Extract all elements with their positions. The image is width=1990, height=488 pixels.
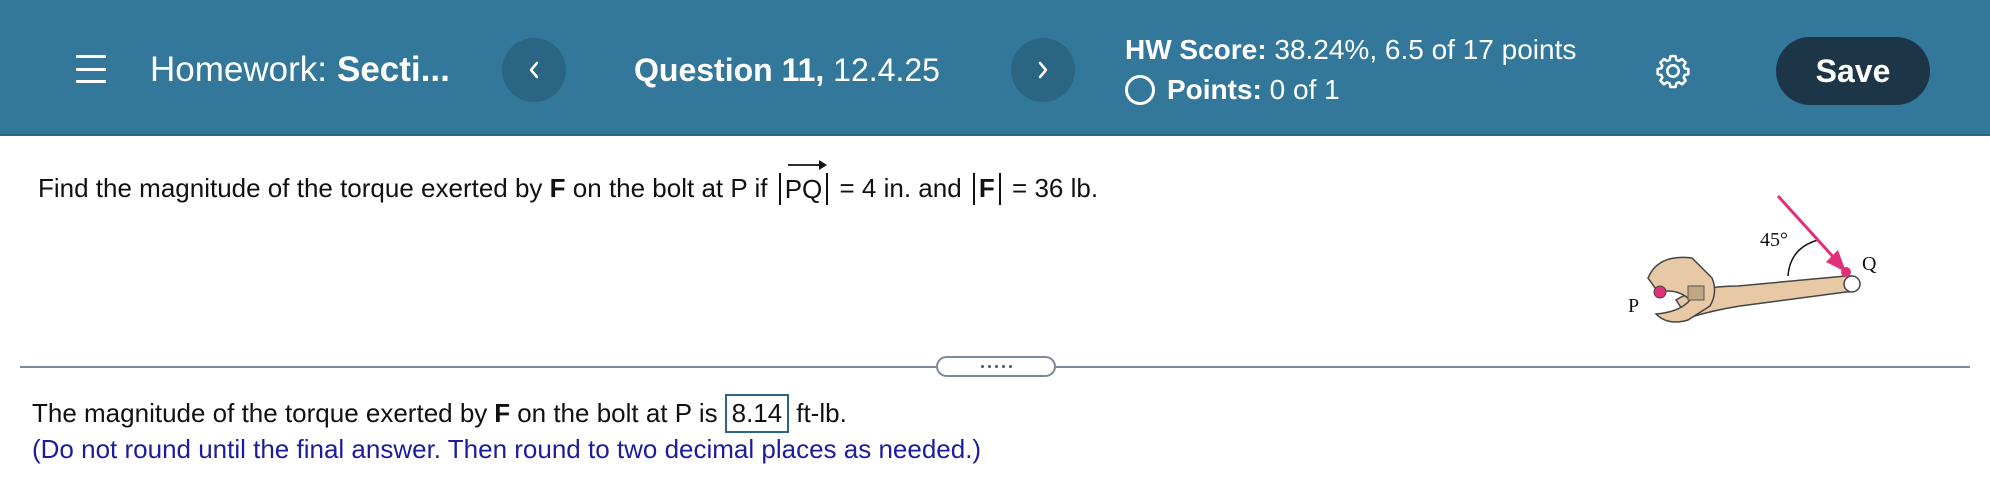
question-indicator: Question 11, 12.4.25: [634, 52, 940, 89]
save-button[interactable]: Save: [1776, 37, 1930, 105]
hamburger-menu-icon[interactable]: [76, 52, 106, 86]
wrench-end-hole: [1843, 275, 1861, 293]
hw-score-value: 38.24%, 6.5 of 17 points: [1274, 34, 1577, 65]
answer-text-1: The magnitude of the torque exerted by: [32, 398, 488, 428]
abs-bar-left: [778, 172, 781, 205]
chevron-left-icon: [529, 61, 539, 79]
answer-unit: ft-lb.: [796, 398, 847, 428]
question-label: Question 11,: [634, 52, 825, 88]
previous-question-button[interactable]: [502, 38, 566, 102]
points-status-circle-icon: [1125, 75, 1155, 105]
homework-name: Secti...: [336, 50, 450, 89]
abs-bar-left-2: [972, 172, 975, 205]
vector-label: PQ: [784, 174, 823, 204]
bolt-p: [1653, 285, 1667, 299]
prompt-text-2: on the bolt at P if: [572, 173, 768, 203]
hw-score-label: HW Score:: [1125, 34, 1267, 65]
prompt-text-1: Find the magnitude of the torque exerted…: [38, 173, 543, 203]
abs-bar-right: [826, 172, 829, 205]
label-p: P: [1628, 295, 1639, 317]
homework-label: Homework:: [150, 50, 327, 89]
force-symbol: F: [549, 173, 566, 203]
gear-icon[interactable]: [1654, 52, 1692, 90]
divider-drag-handle[interactable]: [936, 356, 1056, 377]
question-id: 12.4.25: [833, 52, 940, 88]
force-abs-symbol: F: [978, 173, 995, 203]
wrench-knurl: [1687, 285, 1705, 301]
answer-force-symbol: F: [494, 398, 511, 428]
chevron-right-icon: [1038, 61, 1048, 79]
top-header: Homework: Secti... Question 11, 12.4.25 H…: [0, 0, 1990, 136]
vector-arrow-icon: [787, 160, 827, 170]
answer-line: The magnitude of the torque exerted by Fo…: [32, 394, 847, 433]
angle-arc: [1787, 239, 1819, 277]
vector-pq: PQ: [784, 160, 827, 205]
hw-score: HW Score: 38.24%, 6.5 of 17 points: [1125, 34, 1576, 66]
wrench-figure: 45° Q P: [1628, 194, 1877, 323]
answer-text-2: on the bolt at P is: [517, 398, 718, 428]
abs-bar-right-2: [998, 172, 1001, 205]
question-points: Points: 0 of 1: [1125, 74, 1340, 106]
rounding-hint: (Do not round until the final answer. Th…: [32, 434, 982, 464]
angle-label: 45°: [1760, 229, 1788, 251]
label-q: Q: [1862, 253, 1877, 275]
points-label: Points:: [1167, 74, 1262, 105]
prompt-text-4: = 36 lb.: [1012, 173, 1099, 203]
homework-title[interactable]: Homework: Secti...: [150, 50, 450, 90]
next-question-button[interactable]: [1011, 38, 1075, 102]
points-value: 0 of 1: [1269, 74, 1340, 105]
question-prompt: Find the magnitude of the torque exerted…: [38, 160, 1099, 205]
prompt-text-3: = 4 in. and: [839, 173, 962, 203]
answer-input[interactable]: 8.14: [724, 394, 790, 433]
